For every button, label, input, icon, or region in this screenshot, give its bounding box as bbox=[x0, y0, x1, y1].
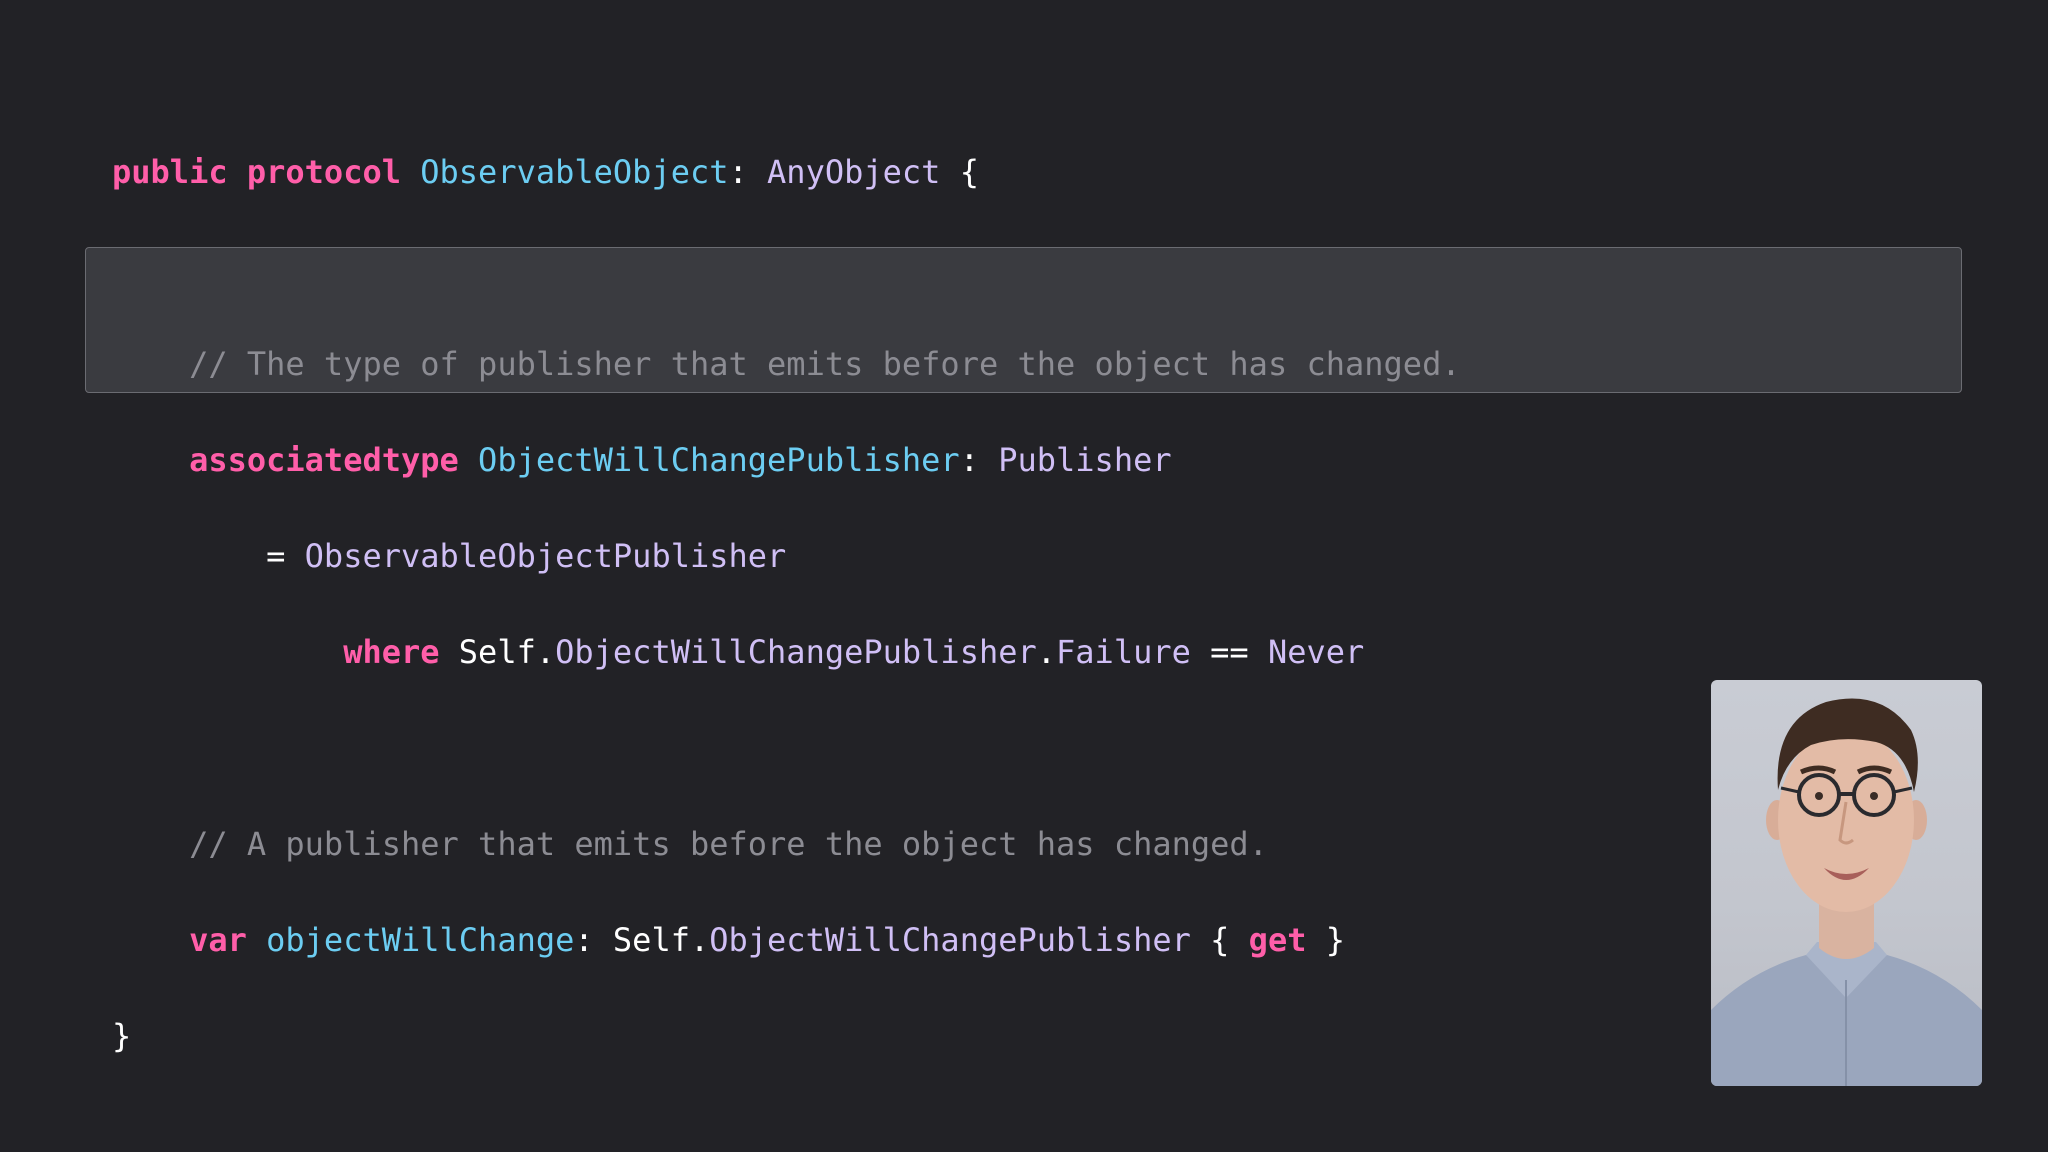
colon: : bbox=[728, 153, 748, 191]
dot: . bbox=[1036, 633, 1057, 671]
keyword-var: var bbox=[189, 921, 247, 959]
colon: : bbox=[574, 921, 594, 959]
code-line-comment-2: // A publisher that emits before the obj… bbox=[112, 820, 1461, 868]
closing-brace: } bbox=[112, 1017, 132, 1055]
keyword-associatedtype: associatedtype bbox=[189, 441, 459, 479]
code-block: public protocol ObservableObject: AnyObj… bbox=[112, 100, 1461, 1108]
keyword-get: get bbox=[1248, 921, 1307, 959]
type-anyobject: AnyObject bbox=[767, 153, 941, 191]
close-brace: } bbox=[1325, 921, 1345, 959]
dot: . bbox=[535, 633, 556, 671]
code-line-protocol: public protocol ObservableObject: AnyObj… bbox=[112, 148, 1461, 196]
code-line-var: var objectWillChange: Self.ObjectWillCha… bbox=[112, 916, 1461, 964]
property-type: ObjectWillChangePublisher bbox=[709, 921, 1191, 959]
self-keyword: Self bbox=[458, 633, 536, 671]
code-line-where: where Self.ObjectWillChangePublisher.Fai… bbox=[112, 628, 1461, 676]
protocol-name: ObservableObject bbox=[420, 153, 729, 191]
keyword-public: public bbox=[112, 153, 228, 191]
code-line-associatedtype: associatedtype ObjectWillChangePublisher… bbox=[112, 436, 1461, 484]
colon: : bbox=[959, 441, 979, 479]
presenter-video bbox=[1711, 680, 1982, 1086]
comment-publisher-emits: // A publisher that emits before the obj… bbox=[189, 825, 1268, 863]
assoc-type-ref: ObjectWillChangePublisher bbox=[555, 633, 1037, 671]
type-observableobjectpublisher: ObservableObjectPublisher bbox=[304, 537, 787, 575]
equality-operator: == bbox=[1210, 633, 1249, 671]
property-name: objectWillChange bbox=[266, 921, 575, 959]
associatedtype-name: ObjectWillChangePublisher bbox=[478, 441, 960, 479]
open-brace: { bbox=[1210, 921, 1230, 959]
self-keyword: Self bbox=[612, 921, 690, 959]
code-line-default: = ObservableObjectPublisher bbox=[112, 532, 1461, 580]
dot: . bbox=[689, 921, 710, 959]
code-line-comment-1: // The type of publisher that emits befo… bbox=[112, 340, 1461, 388]
type-never: Never bbox=[1267, 633, 1365, 671]
open-brace: { bbox=[959, 153, 979, 191]
comment-type-of-publisher: // The type of publisher that emits befo… bbox=[189, 345, 1461, 383]
keyword-protocol: protocol bbox=[246, 153, 401, 191]
failure-type: Failure bbox=[1056, 633, 1191, 671]
equals-sign: = bbox=[266, 537, 286, 575]
type-publisher: Publisher bbox=[998, 441, 1172, 479]
keyword-where: where bbox=[343, 633, 440, 671]
presenter-video-icon bbox=[1711, 698, 1982, 1086]
code-line-closing: } bbox=[112, 1012, 1461, 1060]
